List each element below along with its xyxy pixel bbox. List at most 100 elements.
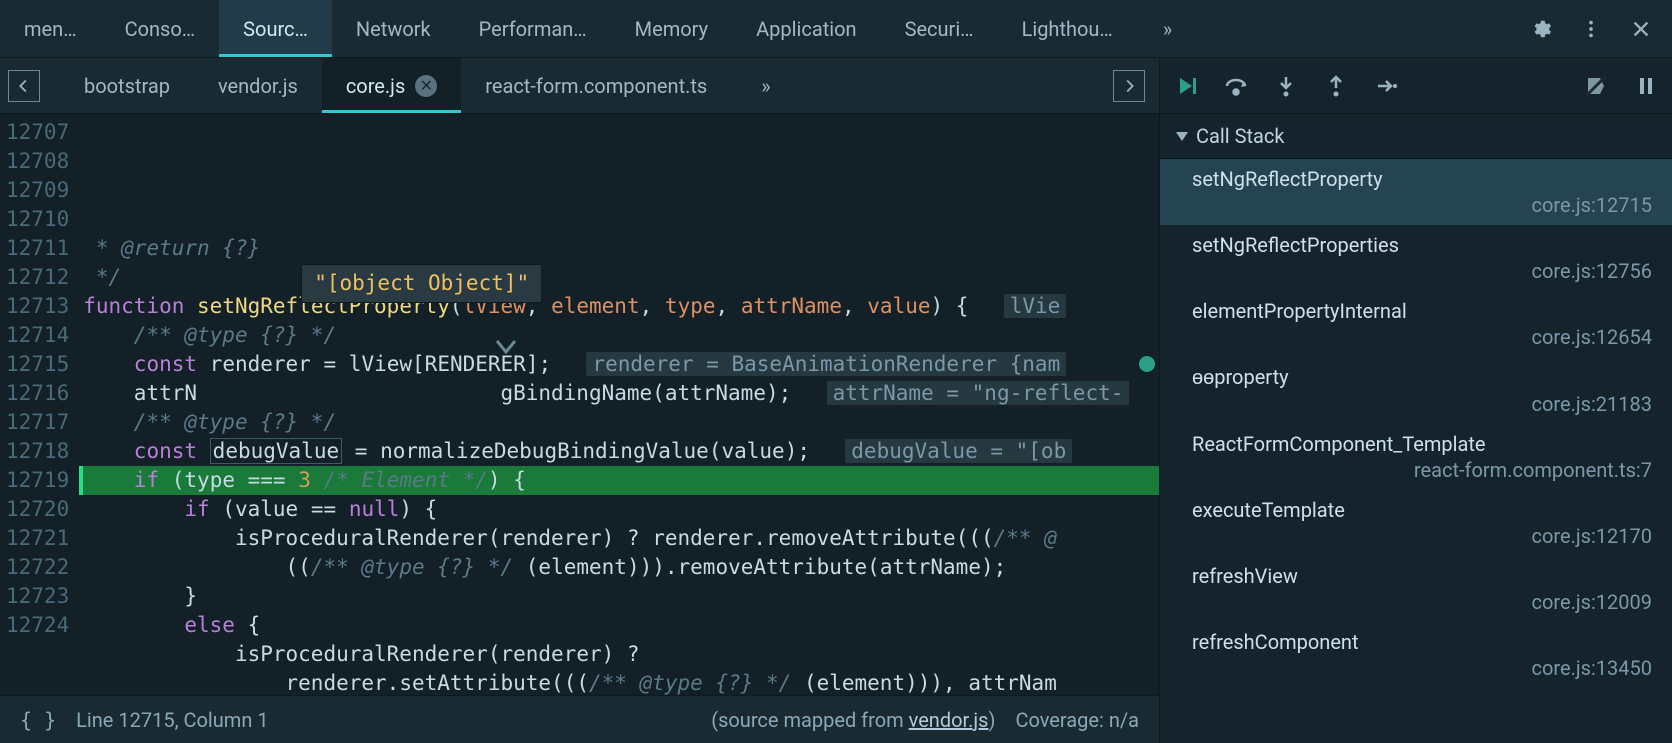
debugger-controls — [1160, 58, 1672, 114]
devtools-tab[interactable]: Sourc… — [219, 0, 332, 57]
frame-location: core.js:12654 — [1192, 325, 1652, 349]
callstack-frame[interactable]: ReactFormComponent_Templatereact-form.co… — [1160, 424, 1672, 490]
debugger-sidebar: Call Stack setNgReflectPropertycore.js:1… — [1160, 58, 1672, 743]
file-tab-strip: bootstrap vendor.js core.js ✕ react-form.com… — [0, 58, 1159, 114]
devtools-tab[interactable]: Application — [732, 0, 880, 57]
line-number[interactable]: 12723 — [6, 582, 69, 611]
step-into-icon[interactable] — [1274, 74, 1298, 98]
line-number[interactable]: 12718 — [6, 437, 69, 466]
navigator-right-button[interactable] — [1113, 70, 1145, 102]
callstack-frame[interactable]: setNgReflectPropertycore.js:12715 — [1160, 159, 1672, 225]
callstack-frame[interactable]: ɵɵpropertycore.js:21183 — [1160, 357, 1672, 424]
file-tab[interactable]: core.js ✕ — [322, 58, 461, 113]
code-content[interactable]: "[object Object]" * @return {?} */functi… — [79, 114, 1159, 695]
line-number[interactable]: 12710 — [6, 205, 69, 234]
file-tab[interactable]: vendor.js — [194, 58, 322, 113]
code-line[interactable]: else { — [79, 611, 1159, 640]
devtools-tab[interactable]: Memory — [611, 0, 732, 57]
file-tab-label: core.js — [346, 74, 405, 98]
devtools-panel-tabs: men…Conso…Sourc…NetworkPerforman…MemoryA… — [0, 0, 1672, 58]
frame-location: core.js:21183 — [1192, 392, 1652, 416]
pause-on-exceptions-icon[interactable] — [1634, 74, 1658, 98]
close-tab-icon[interactable]: ✕ — [415, 75, 437, 97]
callstack-frame[interactable]: refreshViewcore.js:12009 — [1160, 556, 1672, 622]
frame-function: ReactFormComponent_Template — [1192, 432, 1652, 456]
breakpoint-dot-icon[interactable] — [1139, 356, 1155, 372]
devtools-tab[interactable]: Network — [332, 0, 455, 57]
line-number[interactable]: 12713 — [6, 292, 69, 321]
frame-function: elementPropertyInternal — [1192, 299, 1652, 323]
code-line[interactable]: function setNgReflectProperty(lView, ele… — [79, 292, 1159, 321]
code-line[interactable]: isProceduralRenderer(renderer) ? rendere… — [79, 524, 1159, 553]
line-number[interactable]: 12720 — [6, 495, 69, 524]
file-tab-label: vendor.js — [218, 74, 298, 98]
value-tooltip: "[object Object]" — [301, 264, 542, 303]
file-tab[interactable]: bootstrap — [60, 58, 194, 113]
kebab-menu-icon[interactable] — [1580, 18, 1602, 40]
devtools-tab[interactable]: Securi… — [881, 0, 998, 57]
code-editor[interactable]: 1270712708127091271012711127121271312714… — [0, 114, 1159, 695]
code-line[interactable]: isProceduralRenderer(renderer) ? — [79, 640, 1159, 669]
line-number[interactable]: 12711 — [6, 234, 69, 263]
navigator-toggle-button[interactable] — [8, 70, 40, 102]
line-number[interactable]: 12716 — [6, 379, 69, 408]
resume-icon[interactable] — [1174, 74, 1198, 98]
devtools-tab[interactable]: Lighthou… — [998, 0, 1137, 57]
editor-status-bar: { } Line 12715, Column 1 (source mapped … — [0, 695, 1159, 743]
code-line[interactable]: * @return {?} — [79, 234, 1159, 263]
step-out-icon[interactable] — [1324, 74, 1348, 98]
file-tab-label: react-form.component.ts — [485, 74, 707, 98]
line-number[interactable]: 12717 — [6, 408, 69, 437]
gear-icon[interactable] — [1530, 18, 1552, 40]
file-tab[interactable]: react-form.component.ts — [461, 58, 731, 113]
code-line[interactable]: attrN gBindingName(attrName); attrName =… — [79, 379, 1159, 408]
callstack-frame[interactable]: setNgReflectPropertiescore.js:12756 — [1160, 225, 1672, 291]
line-number[interactable]: 12724 — [6, 611, 69, 640]
code-line[interactable]: const renderer = lView[RENDERER]; render… — [79, 350, 1159, 379]
callstack-frame[interactable]: elementPropertyInternalcore.js:12654 — [1160, 291, 1672, 357]
tooltip-pointer-icon — [369, 304, 515, 391]
callstack-frame[interactable]: refreshComponentcore.js:13450 — [1160, 622, 1672, 688]
devtools-tab[interactable]: Conso… — [101, 0, 220, 57]
frame-function: refreshView — [1192, 564, 1652, 588]
line-number[interactable]: 12722 — [6, 553, 69, 582]
line-number[interactable]: 12715 — [6, 350, 69, 379]
frame-function: setNgReflectProperty — [1192, 167, 1652, 191]
code-line[interactable]: } — [79, 582, 1159, 611]
frame-location: react-form.component.ts:7 — [1192, 458, 1652, 482]
frame-function: ɵɵproperty — [1192, 365, 1652, 390]
line-number[interactable]: 12721 — [6, 524, 69, 553]
code-line[interactable]: /** @type {?} */ — [79, 321, 1159, 350]
step-icon[interactable] — [1374, 74, 1398, 98]
line-number[interactable]: 12707 — [6, 118, 69, 147]
code-line[interactable]: /** @type {?} */ — [79, 408, 1159, 437]
code-line[interactable]: if (value == null) { — [79, 495, 1159, 524]
code-line[interactable]: renderer.setAttribute(((/** @type {?} */… — [79, 669, 1159, 695]
callstack-header[interactable]: Call Stack — [1160, 114, 1672, 159]
devtools-tab[interactable]: men… — [0, 0, 101, 57]
frame-location: core.js:13450 — [1192, 656, 1652, 680]
line-number[interactable]: 12719 — [6, 466, 69, 495]
code-line[interactable]: */ — [79, 263, 1159, 292]
devtools-tab[interactable]: Performan… — [455, 0, 611, 57]
more-tabs-icon[interactable]: » — [731, 74, 800, 98]
cursor-position: Line 12715, Column 1 — [76, 708, 268, 732]
frame-location: core.js:12170 — [1192, 524, 1652, 548]
line-number[interactable]: 12714 — [6, 321, 69, 350]
frame-function: executeTemplate — [1192, 498, 1652, 522]
callstack-frame[interactable]: executeTemplatecore.js:12170 — [1160, 490, 1672, 556]
step-over-icon[interactable] — [1224, 74, 1248, 98]
line-number[interactable]: 12712 — [6, 263, 69, 292]
pretty-print-icon[interactable]: { } — [20, 708, 56, 732]
deactivate-breakpoints-icon[interactable] — [1584, 74, 1608, 98]
code-line[interactable]: const debugValue = normalizeDebugBinding… — [79, 437, 1159, 466]
close-icon[interactable] — [1630, 18, 1652, 40]
coverage-label: Coverage: n/a — [1015, 708, 1139, 732]
line-number-gutter: 1270712708127091271012711127121271312714… — [0, 114, 79, 695]
overflow-tabs-icon[interactable]: » — [1137, 17, 1198, 41]
code-line[interactable]: ((/** @type {?} */ (element))).removeAtt… — [79, 553, 1159, 582]
source-map-link[interactable]: vendor.js — [909, 708, 989, 732]
line-number[interactable]: 12708 — [6, 147, 69, 176]
code-line[interactable]: if (type === 3 /* Element */) { — [79, 466, 1159, 495]
line-number[interactable]: 12709 — [6, 176, 69, 205]
